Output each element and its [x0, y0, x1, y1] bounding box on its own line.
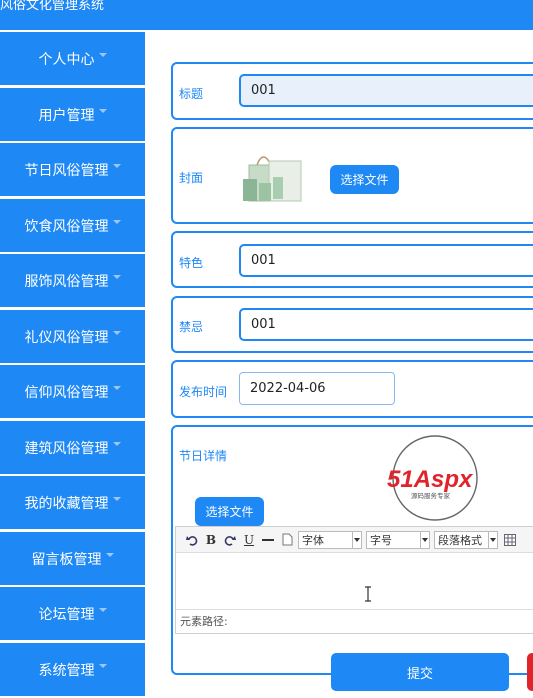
- paragraph-format-select[interactable]: 段落格式: [434, 530, 498, 549]
- font-size-select-value: 字号: [370, 533, 392, 547]
- table-icon[interactable]: [502, 532, 518, 548]
- chevron-down-icon: [112, 385, 121, 390]
- sidebar-item-label: 系统管理: [38, 662, 95, 679]
- sidebar-item-label: 节日风俗管理: [24, 162, 109, 179]
- sidebar-item-label: 用户管理: [38, 107, 95, 124]
- sidebar-item-festival-customs[interactable]: 节日风俗管理: [0, 143, 145, 196]
- title-input[interactable]: 001: [239, 74, 533, 107]
- reset-button[interactable]: [527, 653, 533, 691]
- chevron-down-icon: [112, 219, 121, 224]
- publish-time-label: 发布时间: [179, 385, 228, 399]
- cover-field-group: 封面 选择文件: [171, 127, 533, 224]
- feature-field-group: 特色 001: [171, 231, 533, 288]
- text-cursor-icon: [365, 586, 371, 602]
- chevron-down-icon: [112, 163, 121, 168]
- sidebar-item-forum[interactable]: 论坛管理: [0, 587, 145, 640]
- festival-detail-label: 节日详情: [179, 449, 228, 463]
- chevron-down-icon: [105, 552, 114, 557]
- cover-choose-file-button[interactable]: 选择文件: [330, 165, 399, 194]
- watermark-tagline: 源码服务专家: [411, 491, 451, 500]
- editor-toolbar: B U 字体 字号 段落格式: [176, 527, 533, 553]
- sidebar-item-label: 我的收藏管理: [24, 495, 109, 512]
- sidebar-item-label: 信仰风俗管理: [24, 384, 109, 401]
- undo-icon[interactable]: [184, 532, 200, 548]
- sidebar-item-message-board[interactable]: 留言板管理: [0, 532, 145, 585]
- chevron-down-icon: [98, 663, 107, 668]
- sidebar-item-architecture-customs[interactable]: 建筑风俗管理: [0, 421, 145, 474]
- cover-label: 封面: [179, 171, 204, 185]
- chevron-down-icon: [352, 531, 361, 548]
- sidebar-item-belief-customs[interactable]: 信仰风俗管理: [0, 365, 145, 418]
- watermark-brand: 51Aspx: [387, 466, 474, 493]
- editor-status-bar: 元素路径:: [176, 609, 533, 633]
- chevron-down-icon: [420, 531, 429, 548]
- watermark-logo: 51Aspx 源码服务专家: [387, 435, 478, 521]
- chevron-down-icon: [98, 607, 107, 612]
- font-size-select[interactable]: 字号: [366, 530, 430, 549]
- chevron-down-icon: [112, 441, 121, 446]
- detail-choose-file-button[interactable]: 选择文件: [195, 497, 264, 526]
- publish-time-input[interactable]: 2022-04-06: [239, 372, 395, 405]
- chevron-down-icon: [112, 496, 121, 501]
- sidebar-item-label: 饮食风俗管理: [24, 218, 109, 235]
- sidebar-item-system[interactable]: 系统管理: [0, 643, 145, 696]
- redo-icon[interactable]: [222, 532, 238, 548]
- feature-label: 特色: [179, 256, 204, 270]
- sidebar-item-label: 服饰风俗管理: [24, 273, 109, 290]
- chevron-down-icon: [98, 108, 107, 113]
- cover-image: [243, 156, 302, 202]
- font-family-select-value: 字体: [302, 533, 324, 547]
- taboo-field-group: 禁忌 001: [171, 296, 533, 353]
- title-label: 标题: [179, 87, 204, 101]
- main-form-area: 标题 001 封面 选择文件 特色 001 禁忌 001 发布时间 2022-0…: [145, 30, 533, 698]
- font-family-select[interactable]: 字体: [298, 530, 362, 549]
- chevron-down-icon: [112, 330, 121, 335]
- sidebar-item-diet-customs[interactable]: 饮食风俗管理: [0, 199, 145, 252]
- feature-input[interactable]: 001: [239, 244, 533, 277]
- publish-time-field-group: 发布时间 2022-04-06: [171, 360, 533, 418]
- sidebar-item-label: 个人中心: [38, 51, 95, 68]
- sidebar-item-label: 建筑风俗管理: [24, 440, 109, 457]
- sidebar-item-users[interactable]: 用户管理: [0, 88, 145, 141]
- rich-text-editor: B U 字体 字号 段落格式 元素路径:: [175, 526, 533, 634]
- taboo-input[interactable]: 001: [239, 308, 533, 341]
- underline-icon[interactable]: U: [241, 532, 257, 548]
- top-bar: 风俗文化管理系统: [0, 0, 533, 30]
- sidebar-item-label: 礼仪风俗管理: [24, 329, 109, 346]
- taboo-label: 禁忌: [179, 320, 204, 334]
- title-field-group: 标题 001: [171, 62, 533, 120]
- chevron-down-icon: [98, 52, 107, 57]
- sidebar-item-etiquette-customs[interactable]: 礼仪风俗管理: [0, 310, 145, 363]
- sidebar-item-personal-center[interactable]: 个人中心: [0, 32, 145, 85]
- chevron-down-icon: [488, 531, 497, 548]
- horizontal-rule-icon[interactable]: [260, 532, 276, 548]
- document-icon[interactable]: [279, 532, 295, 548]
- sidebar: 个人中心 用户管理 节日风俗管理 饮食风俗管理 服饰风俗管理 礼仪风俗管理 信仰…: [0, 30, 145, 698]
- app-window: 风俗文化管理系统 个人中心 用户管理 节日风俗管理 饮食风俗管理 服饰风俗管理 …: [0, 0, 533, 698]
- sidebar-item-favorites[interactable]: 我的收藏管理: [0, 476, 145, 529]
- sidebar-item-costume-customs[interactable]: 服饰风俗管理: [0, 254, 145, 307]
- sidebar-item-label: 论坛管理: [38, 606, 95, 623]
- sidebar-item-label: 留言板管理: [31, 551, 102, 568]
- bold-icon[interactable]: B: [203, 532, 219, 548]
- editor-content-area[interactable]: [176, 553, 533, 611]
- chevron-down-icon: [112, 274, 121, 279]
- submit-button[interactable]: 提交: [331, 653, 509, 691]
- paragraph-format-select-value: 段落格式: [438, 533, 482, 547]
- app-title: 风俗文化管理系统: [0, 0, 105, 13]
